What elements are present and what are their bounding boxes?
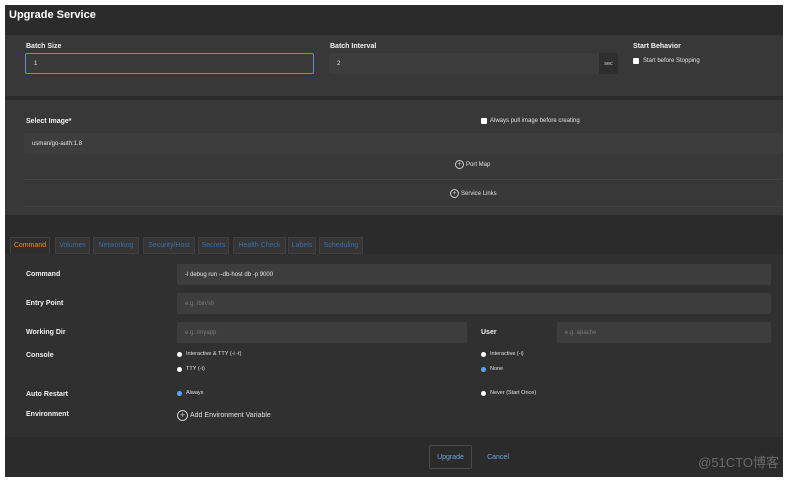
- image-input[interactable]: usman/go-auth:1.8: [24, 133, 783, 154]
- tab-scheduling[interactable]: Scheduling: [319, 237, 363, 254]
- tab-security-host[interactable]: Security/Host: [143, 237, 195, 254]
- environment-label: Environment: [26, 411, 69, 418]
- option-label: None: [490, 366, 504, 372]
- batch-interval-input[interactable]: 2: [329, 53, 599, 74]
- plus-circle-icon: +: [455, 160, 464, 169]
- interval-unit-addon: sec: [599, 53, 618, 74]
- always-pull-checkbox[interactable]: [481, 118, 487, 124]
- batch-size-input[interactable]: 1: [25, 53, 314, 74]
- working-dir-input[interactable]: e.g. /myapp: [177, 322, 467, 343]
- entry-point-input[interactable]: e.g. /bin/sh: [177, 293, 771, 314]
- service-links-button[interactable]: + Service Links: [450, 189, 497, 198]
- command-input[interactable]: -l debug run --db-host db -p 9000: [177, 264, 771, 285]
- user-label: User: [481, 329, 497, 336]
- watermark: @51CTO博客: [698, 455, 779, 470]
- divider: [24, 206, 783, 207]
- working-dir-placeholder: e.g. /myapp: [185, 329, 217, 336]
- service-links-label: Service Links: [461, 190, 497, 197]
- tab-labels[interactable]: Labels: [288, 237, 316, 254]
- restart-option-never[interactable]: Never (Start Once): [481, 390, 536, 396]
- radio-icon[interactable]: [177, 351, 182, 357]
- radio-icon[interactable]: [177, 366, 182, 372]
- console-label: Console: [26, 352, 54, 359]
- cancel-button[interactable]: Cancel: [481, 445, 515, 469]
- working-dir-label: Working Dir: [26, 329, 66, 336]
- tab-command[interactable]: Command: [10, 237, 50, 254]
- entry-point-label: Entry Point: [26, 300, 64, 307]
- batch-size-label: Batch Size: [26, 43, 62, 50]
- plus-circle-icon: +: [450, 189, 459, 198]
- upgrade-service-dialog: Upgrade Service Batch Size 1 Batch Inter…: [5, 5, 783, 477]
- entry-point-placeholder: e.g. /bin/sh: [185, 300, 215, 307]
- add-environment-variable-button[interactable]: + Add Environment Variable: [177, 410, 271, 421]
- option-label: TTY (-t): [186, 366, 205, 372]
- option-label: Always: [186, 390, 204, 396]
- option-label: Interactive (-i): [490, 351, 524, 357]
- option-label: Interactive & TTY (-i -t): [186, 351, 242, 357]
- user-placeholder: e.g. apache: [565, 329, 597, 336]
- port-map-button[interactable]: + Port Map: [455, 160, 490, 169]
- command-label: Command: [26, 271, 61, 278]
- image-section: [5, 100, 783, 215]
- always-pull-option[interactable]: Always pull image before creating: [481, 118, 580, 124]
- console-option-interactive[interactable]: Interactive (-i): [481, 351, 524, 357]
- tab-secrets[interactable]: Secrets: [198, 237, 229, 254]
- port-map-label: Port Map: [466, 161, 491, 168]
- plus-circle-icon: +: [177, 410, 188, 421]
- start-before-stopping-checkbox[interactable]: [633, 58, 639, 64]
- console-option-tty[interactable]: TTY (-t): [177, 366, 205, 372]
- add-env-label: Add Environment Variable: [190, 412, 271, 419]
- option-label: Never (Start Once): [490, 390, 537, 396]
- console-option-none[interactable]: None: [481, 366, 503, 372]
- tab-volumes[interactable]: Volumes: [55, 237, 90, 254]
- start-before-stopping-label: Start before Stopping: [643, 58, 700, 64]
- dialog-title: Upgrade Service: [9, 9, 96, 21]
- start-behavior-label: Start Behavior: [633, 43, 681, 50]
- radio-selected-icon[interactable]: [177, 390, 182, 396]
- select-image-label: Select Image*: [26, 118, 72, 125]
- batch-interval-label: Batch Interval: [330, 43, 377, 50]
- always-pull-label: Always pull image before creating: [490, 118, 580, 124]
- tab-networking[interactable]: Networking: [93, 237, 139, 254]
- user-input[interactable]: e.g. apache: [557, 322, 771, 343]
- tab-health-check[interactable]: Health Check: [233, 237, 286, 254]
- auto-restart-label: Auto Restart: [26, 391, 69, 398]
- start-before-stopping-option[interactable]: Start before Stopping: [633, 58, 700, 64]
- restart-option-always[interactable]: Always: [177, 390, 203, 396]
- radio-icon[interactable]: [481, 390, 486, 396]
- radio-icon[interactable]: [481, 351, 486, 357]
- divider: [24, 179, 783, 180]
- radio-selected-icon[interactable]: [481, 366, 486, 372]
- upgrade-button[interactable]: Upgrade: [429, 445, 472, 469]
- console-option-interactive-tty[interactable]: Interactive & TTY (-i -t): [177, 351, 241, 357]
